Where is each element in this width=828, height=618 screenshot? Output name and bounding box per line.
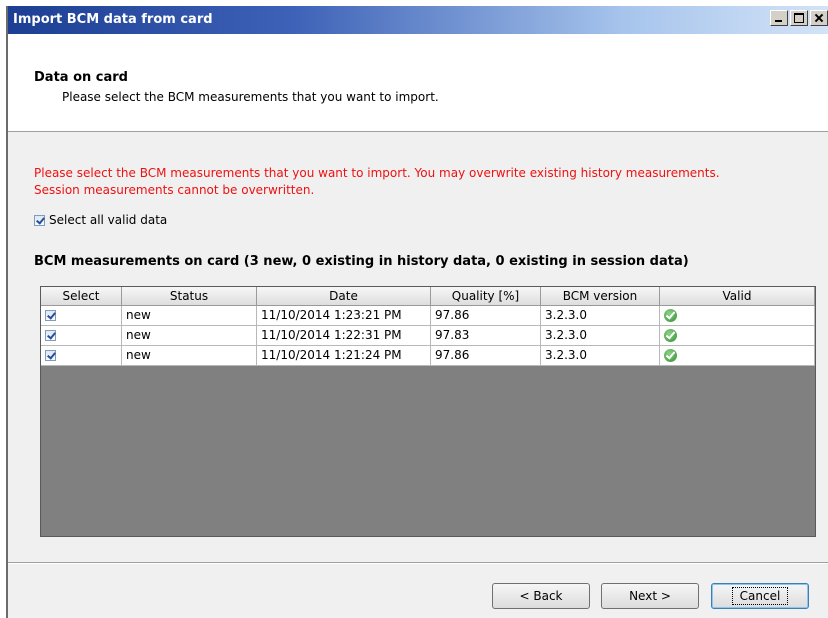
maximize-icon[interactable] [790,10,808,26]
status-cell: new [122,326,257,346]
measurements-section-title: BCM measurements on card (3 new, 0 exist… [34,254,689,269]
version-cell: 3.2.3.0 [541,326,660,346]
version-cell: 3.2.3.0 [541,306,660,326]
valid-check-icon [664,329,677,342]
quality-cell: 97.86 [431,306,541,326]
cancel-button-label[interactable]: Cancel [731,587,789,605]
window-title: Import BCM data from card [13,12,213,27]
warning-line-2: Session measurements cannot be overwritt… [34,183,315,197]
cancel-button[interactable]: Cancel [711,583,809,609]
quality-cell: 97.83 [431,326,541,346]
valid-cell [660,346,815,366]
page-subtitle: Please select the BCM measurements that … [62,90,439,104]
column-header-bcm-version[interactable]: BCM version [541,287,660,306]
back-button[interactable]: < Back [492,583,590,609]
title-bar[interactable]: Import BCM data from card [8,6,828,34]
minimize-icon[interactable] [770,10,788,26]
quality-cell: 97.86 [431,346,541,366]
date-cell: 11/10/2014 1:21:24 PM [257,346,431,366]
warning-message: Please select the BCM measurements that … [34,165,824,199]
column-header-valid[interactable]: Valid [660,287,815,306]
column-header-select[interactable]: Select [41,287,122,306]
next-button[interactable]: Next > [601,583,699,609]
footer-divider [8,562,828,564]
table-row[interactable]: new 11/10/2014 1:22:31 PM 97.83 3.2.3.0 [41,326,815,346]
row-select-checkbox[interactable] [45,330,56,341]
column-header-status[interactable]: Status [122,287,257,306]
import-dialog-window: Import BCM data from card Data on card P… [6,6,828,618]
version-cell: 3.2.3.0 [541,346,660,366]
wizard-header: Data on card Please select the BCM measu… [8,34,828,132]
page-title: Data on card [34,70,128,85]
select-all-label[interactable]: Select all valid data [49,213,167,227]
table-row[interactable]: new 11/10/2014 1:23:21 PM 97.86 3.2.3.0 [41,306,815,326]
select-all-valid-checkbox[interactable]: Select all valid data [34,213,167,227]
close-icon[interactable] [810,10,828,26]
select-all-checkbox-box[interactable] [34,214,45,226]
row-select-checkbox[interactable] [45,350,56,361]
row-select-checkbox[interactable] [45,310,56,321]
warning-line-1: Please select the BCM measurements that … [34,166,720,180]
date-cell: 11/10/2014 1:22:31 PM [257,326,431,346]
measurements-table[interactable]: Select Status Date Quality [%] BCM versi… [40,286,816,537]
row-select-cell[interactable] [41,306,122,326]
valid-check-icon [664,349,677,362]
column-header-date[interactable]: Date [257,287,431,306]
valid-check-icon [664,309,677,322]
status-cell: new [122,306,257,326]
valid-cell [660,326,815,346]
status-cell: new [122,346,257,366]
table-header: Select Status Date Quality [%] BCM versi… [41,287,815,306]
window-controls [768,10,828,26]
row-select-cell[interactable] [41,326,122,346]
row-select-cell[interactable] [41,346,122,366]
column-header-quality[interactable]: Quality [%] [431,287,541,306]
valid-cell [660,306,815,326]
table-row[interactable]: new 11/10/2014 1:21:24 PM 97.86 3.2.3.0 [41,346,815,366]
date-cell: 11/10/2014 1:23:21 PM [257,306,431,326]
